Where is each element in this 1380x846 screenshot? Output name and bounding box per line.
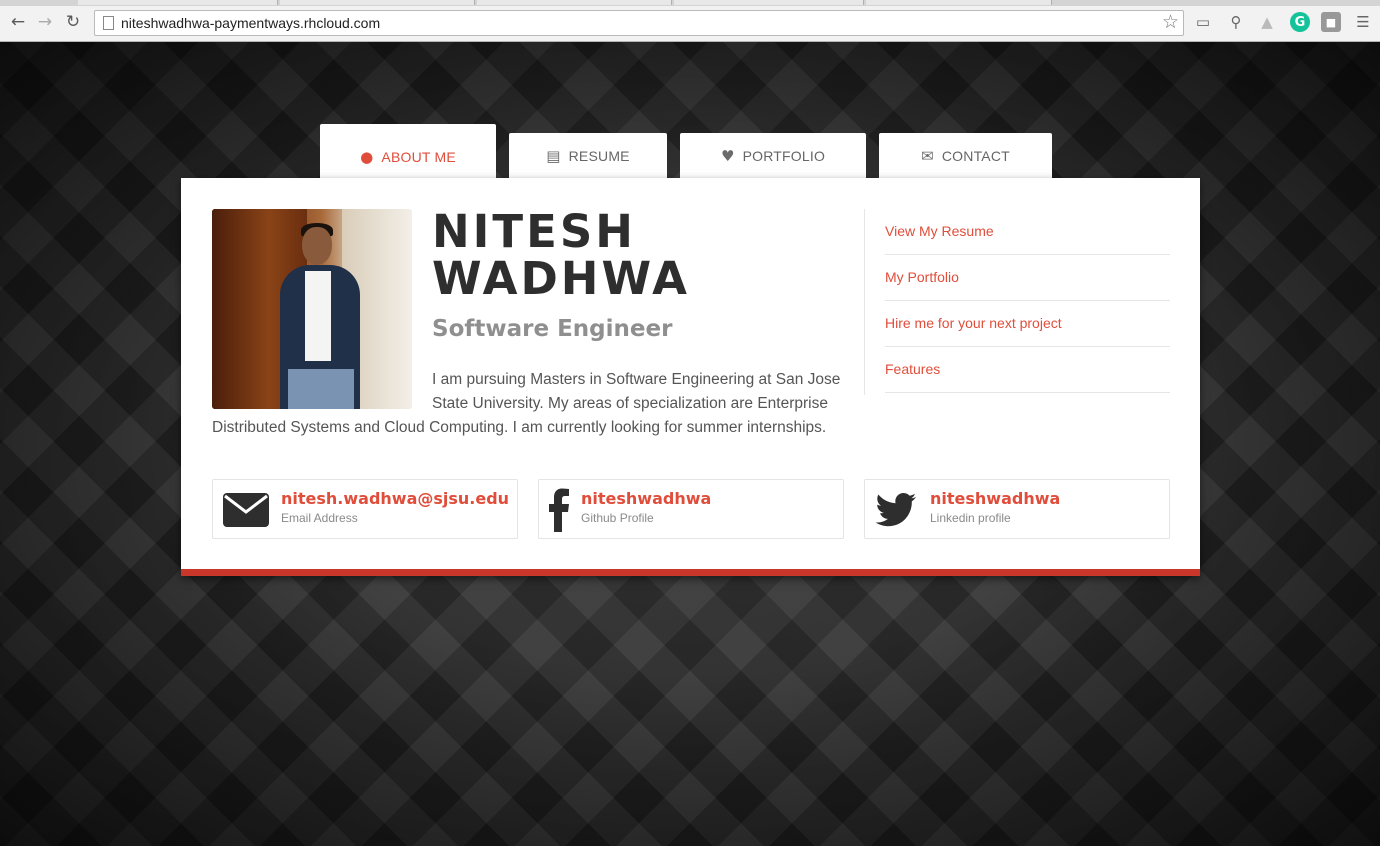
reload-icon[interactable]: ↻	[62, 11, 84, 33]
quick-links: View My Resume My Portfolio Hire me for …	[864, 209, 1170, 395]
profile-role: Software Engineer	[432, 316, 673, 342]
contact-github[interactable]: niteshwadhwa Github Profile	[538, 479, 844, 539]
contact-title[interactable]: nitesh.wadhwa@sjsu.edu	[281, 489, 509, 508]
cast-icon[interactable]: ▭	[1193, 12, 1213, 32]
link-hire-me[interactable]: Hire me for your next project	[885, 301, 1170, 347]
browser-tab[interactable]	[866, 0, 1052, 5]
contact-subtitle: Email Address	[281, 511, 358, 525]
contact-title[interactable]: niteshwadhwa	[930, 489, 1060, 508]
contact-title[interactable]: niteshwadhwa	[581, 489, 711, 508]
heart-icon: ♥	[720, 146, 735, 165]
browser-toolbar: ← → ↻ niteshwadhwa-paymentways.rhcloud.c…	[0, 0, 1380, 42]
contact-subtitle: Linkedin profile	[930, 511, 1011, 525]
menu-icon[interactable]: ☰	[1353, 12, 1373, 32]
shield-extension-icon[interactable]: ■	[1321, 12, 1341, 32]
tab-label: Resume	[568, 147, 630, 164]
envelope-icon: ✉	[921, 146, 934, 165]
envelope-icon	[221, 488, 271, 532]
contact-subtitle: Github Profile	[581, 511, 654, 525]
browser-tab[interactable]	[280, 0, 475, 5]
file-icon: ▤	[546, 146, 561, 165]
browser-tab[interactable]	[674, 0, 864, 5]
zoom-search-icon[interactable]: ⚲	[1226, 12, 1246, 32]
tab-about-me[interactable]: ● About me	[320, 124, 496, 182]
tab-label: Portfolio	[742, 147, 826, 164]
profile-name: NITESH WADHWA	[432, 208, 852, 302]
back-icon[interactable]: ←	[7, 11, 29, 33]
name-last: WADHWA	[432, 252, 690, 305]
forward-icon[interactable]: →	[34, 11, 56, 33]
profile-bio-wrapper: I am pursuing Masters in Software Engine…	[212, 368, 842, 440]
page-icon	[103, 16, 114, 30]
user-icon: ●	[360, 148, 374, 166]
browser-tab[interactable]	[78, 0, 278, 5]
url-text[interactable]: niteshwadhwa-paymentways.rhcloud.com	[121, 15, 380, 31]
link-features[interactable]: Features	[885, 347, 1170, 393]
twitter-icon	[871, 488, 921, 532]
browser-tab-strip	[0, 0, 1380, 6]
contact-linkedin[interactable]: niteshwadhwa Linkedin profile	[864, 479, 1170, 539]
tab-contact[interactable]: ✉ Contact	[879, 133, 1052, 178]
tab-portfolio[interactable]: ♥ Portfolio	[680, 133, 866, 178]
name-first: NITESH	[432, 205, 636, 258]
tab-resume[interactable]: ▤ Resume	[509, 133, 667, 178]
tab-label: Contact	[941, 147, 1010, 164]
drive-icon[interactable]: ▲	[1257, 12, 1277, 32]
tab-label: About me	[381, 149, 456, 165]
contact-email[interactable]: nitesh.wadhwa@sjsu.edu Email Address	[212, 479, 518, 539]
address-bar[interactable]: niteshwadhwa-paymentways.rhcloud.com ☆	[94, 10, 1184, 36]
browser-tab[interactable]	[477, 0, 672, 5]
link-portfolio[interactable]: My Portfolio	[885, 255, 1170, 301]
grammarly-icon[interactable]: G	[1290, 12, 1310, 32]
bookmark-star-icon[interactable]: ☆	[1162, 11, 1179, 33]
facebook-icon	[539, 488, 579, 532]
link-view-resume[interactable]: View My Resume	[885, 209, 1170, 255]
about-card: NITESH WADHWA Software Engineer I am pur…	[181, 178, 1200, 576]
